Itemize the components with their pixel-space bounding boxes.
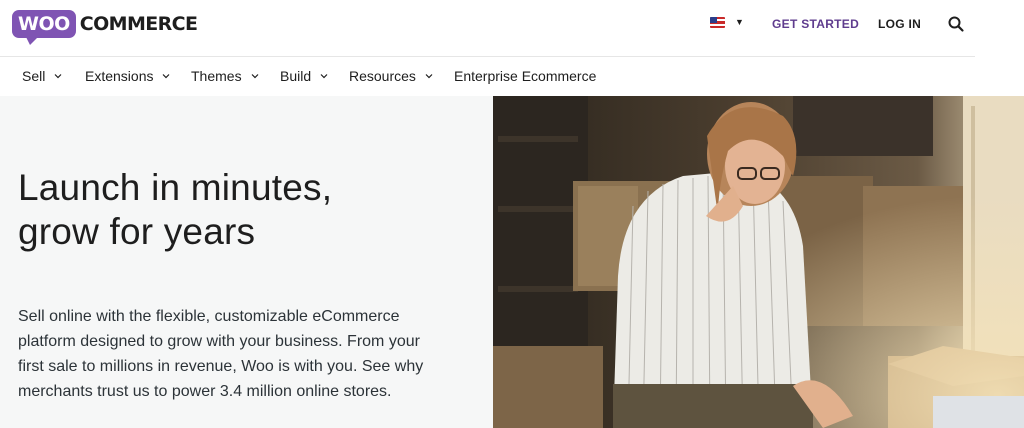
chevron-down-icon xyxy=(425,74,433,79)
nav-item-extensions[interactable]: Extensions xyxy=(85,68,170,84)
chevron-down-icon xyxy=(320,74,328,79)
nav-item-resources[interactable]: Resources xyxy=(349,68,433,84)
main-nav: Sell Extensions Themes Build Resources E… xyxy=(0,58,1024,96)
woocommerce-logo[interactable]: WOO COMMERCE xyxy=(12,8,198,45)
hero-description: Sell online with the flexible, customiza… xyxy=(18,308,424,400)
hero-title-line-2: grow for years xyxy=(18,211,256,252)
log-in-link[interactable]: LOG IN xyxy=(878,17,921,31)
hero-title: Launch in minutes, grow for years xyxy=(18,166,458,254)
caret-down-icon[interactable]: ▼ xyxy=(735,17,744,27)
nav-item-enterprise-ecommerce[interactable]: Enterprise Ecommerce xyxy=(454,68,596,84)
chevron-down-icon xyxy=(163,74,170,79)
hero-section: Launch in minutes, grow for years Sell o… xyxy=(0,96,493,428)
nav-item-label: Enterprise Ecommerce xyxy=(454,68,597,84)
nav-item-label: Build xyxy=(280,68,312,84)
nav-item-label: Resources xyxy=(349,68,416,84)
logo-text: COMMERCE xyxy=(79,13,198,35)
nav-item-sell[interactable]: Sell xyxy=(22,68,62,84)
us-flag-icon[interactable] xyxy=(710,17,725,28)
top-header: WOO COMMERCE ▼ GET STARTED LOG IN xyxy=(0,0,975,57)
nav-item-build[interactable]: Build xyxy=(280,68,328,84)
hero-title-line-1: Launch in minutes, xyxy=(18,167,333,208)
chevron-down-icon xyxy=(54,74,62,79)
nav-item-label: Themes xyxy=(191,68,242,84)
chevron-down-icon xyxy=(251,74,259,79)
hero-photo xyxy=(493,96,1024,428)
nav-item-label: Sell xyxy=(22,68,46,84)
get-started-link[interactable]: GET STARTED xyxy=(772,17,859,31)
nav-item-themes[interactable]: Themes xyxy=(191,68,259,84)
search-icon[interactable] xyxy=(947,15,965,33)
nav-item-label: Extensions xyxy=(85,68,154,84)
hero-photo-illustration xyxy=(493,96,1024,428)
logo-badge: WOO xyxy=(12,10,76,45)
